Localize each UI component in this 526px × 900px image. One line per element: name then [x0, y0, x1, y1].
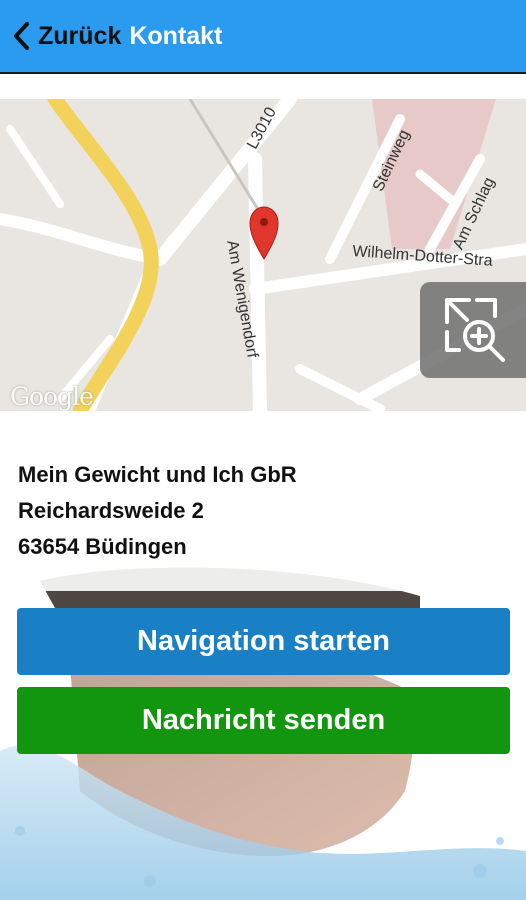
postal-city: 63654 Büdingen	[18, 534, 187, 559]
back-label: Zurück	[38, 21, 122, 50]
street-address: Reichardsweide 2	[18, 498, 204, 523]
start-navigation-button[interactable]: Navigation starten	[17, 608, 510, 675]
send-message-button[interactable]: Nachricht senden	[17, 687, 510, 754]
zoom-in-icon	[445, 298, 505, 362]
map-view[interactable]: L3010 Steinweg Am Schlag Wilhelm-Dotter-…	[0, 99, 526, 411]
address-block: Mein Gewicht und Ich GbR Reichardsweide …	[18, 457, 297, 565]
chevron-left-icon	[14, 22, 29, 50]
google-logo: Google	[10, 382, 94, 411]
contact-content: Mein Gewicht und Ich GbR Reichardsweide …	[0, 411, 526, 900]
company-name: Mein Gewicht und Ich GbR	[18, 462, 297, 487]
page-title: Kontakt	[129, 21, 223, 50]
top-nav-bar: Zurück Kontakt	[0, 0, 526, 74]
back-button[interactable]: Zurück	[0, 0, 121, 73]
map-expand-button[interactable]	[420, 282, 526, 378]
